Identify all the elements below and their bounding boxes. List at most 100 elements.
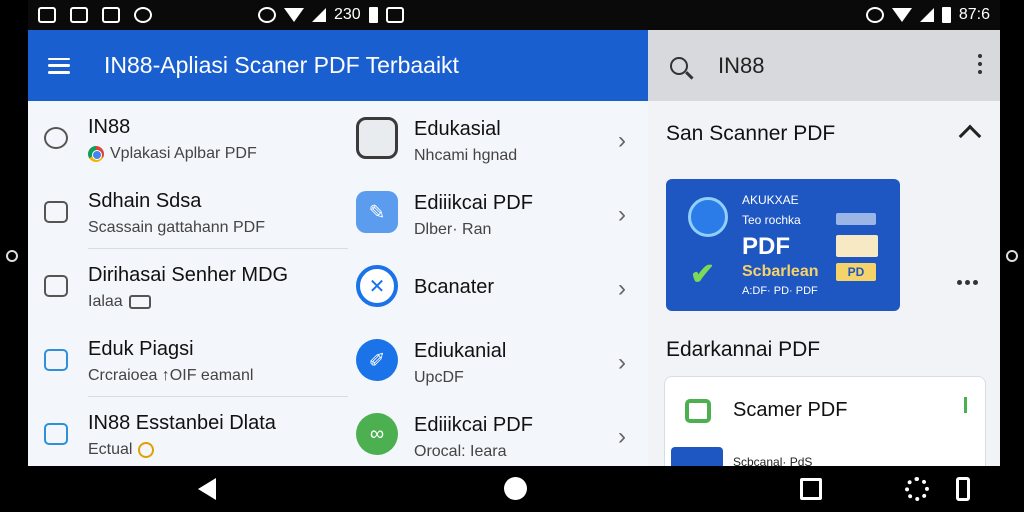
status-bar: 230 87:6	[28, 0, 1000, 30]
card-line1: AKUKXAE	[742, 193, 799, 207]
list-item-title: Sdhain Sdsa	[88, 190, 202, 212]
image-notification-icon	[38, 7, 56, 23]
app-thumbnail	[671, 447, 723, 466]
more-horiz-icon[interactable]	[957, 280, 978, 285]
refresh-icon	[44, 127, 68, 149]
android-screen: 230 87:6 IN88-Apliasi Scaner PDF Terbaai…	[0, 0, 1024, 512]
scanner-card[interactable]: Scamer PDF Scbcanal· PdS	[664, 376, 986, 466]
side-panel: IN88 San Scanner PDF ✔ AKUKXAE Teo rochk…	[648, 30, 1000, 466]
list-item-title: Ediiikcai PDF	[414, 414, 533, 436]
tag-chip	[836, 213, 876, 225]
building-icon	[44, 349, 68, 371]
main-panel: IN88-Apliasi Scaner PDF Terbaaikt IN88 V…	[28, 30, 648, 466]
sync-notification-icon	[134, 7, 152, 23]
list-item[interactable]: Edukasial Nhcami hgnad ›	[348, 101, 648, 175]
feature-list: IN88 Vplakasi Aplbar PDF Sdhain Sdsa Sca…	[28, 101, 348, 466]
gallery-notification-icon	[70, 7, 88, 23]
list-item[interactable]: Sdhain Sdsa Scassain gattahann PDF	[28, 175, 348, 249]
card-accent: Scbarlean	[742, 263, 819, 280]
app-notification-icon	[385, 7, 404, 23]
list-item[interactable]: ∞ Ediiikcai PDF Orocal: Ieara ›	[348, 397, 648, 466]
list-item-title: Edukasial	[414, 118, 501, 140]
list-item-subtitle: Orocal: Ieara	[414, 443, 507, 460]
card-heading: PDF	[742, 233, 790, 260]
battery-icon	[941, 7, 951, 23]
list-item-title: Ediiikcai PDF	[414, 192, 533, 214]
lock-icon[interactable]	[956, 477, 970, 501]
chrome-icon	[88, 146, 104, 162]
chevron-up-icon[interactable]	[958, 124, 982, 148]
clock-icon	[138, 442, 155, 458]
list-item-title: IN88 Esstanbei Dlata	[88, 412, 276, 434]
sensor-dot-icon	[1006, 250, 1018, 262]
list-item[interactable]: IN88 Vplakasi Aplbar PDF	[28, 101, 348, 175]
document-thumbnail	[836, 235, 878, 257]
chevron-right-icon: ›	[618, 349, 626, 376]
scanner-icon	[685, 399, 711, 423]
list-item-subtitle: Nhcami hgnad	[414, 147, 518, 164]
hamburger-menu-icon[interactable]	[48, 57, 70, 74]
battery-icon	[368, 7, 378, 23]
list-item-subtitle: Ialaa	[88, 293, 123, 310]
alarm-icon	[258, 7, 276, 23]
list-item[interactable]: Dirihasai Senher MDG Ialaa	[28, 249, 348, 323]
list-item[interactable]: ✕ Bcanater ›	[348, 249, 648, 323]
camera-dot-icon	[6, 250, 18, 262]
more-vert-icon[interactable]	[978, 54, 982, 74]
list-item-title: Dirihasai Senher MDG	[88, 264, 289, 286]
chevron-right-icon: ›	[618, 201, 626, 228]
chevron-right-icon: ›	[618, 127, 626, 154]
status-time-center: 230	[334, 6, 361, 23]
section-title: San Scanner PDF	[666, 122, 836, 145]
list-item-subtitle: Vplakasi Aplbar PDF	[110, 145, 257, 162]
card-line2: Teo rochka	[742, 213, 801, 227]
status-center: 230	[258, 6, 404, 24]
list-item-title: Eduk Piagsi	[88, 338, 194, 360]
card-title: Scamer PDF	[733, 399, 848, 421]
status-bar-indicator	[964, 397, 967, 413]
list-item-title: Ediukanial	[414, 340, 507, 362]
list-item-subtitle: Crcraioea ↑OIF eamanl	[88, 367, 254, 384]
wifi-icon	[891, 8, 912, 22]
signal-icon	[919, 8, 934, 22]
search-icon[interactable]	[670, 56, 688, 75]
section-title: Edarkannai PDF	[666, 338, 821, 361]
scan-frame-icon	[44, 201, 68, 223]
photo-scan-icon	[44, 275, 68, 297]
back-icon[interactable]	[198, 478, 216, 500]
app-title: IN88-Apliasi Scaner PDF Terbaaikt	[104, 52, 459, 78]
list-item-subtitle: Dlber· Ran	[414, 221, 492, 238]
signal-icon	[312, 8, 326, 22]
link-icon: ∞	[356, 413, 398, 455]
list-item[interactable]: Eduk Piagsi Crcraioea ↑OIF eamanl	[28, 323, 348, 397]
list-item-title: Bcanater	[414, 276, 495, 298]
promo-card[interactable]: ✔ AKUKXAE Teo rochka PDF Scbarlean A:DF·…	[666, 179, 900, 311]
pen-icon: ✐	[356, 339, 398, 381]
list-item[interactable]: IN88 Esstanbei Dlata Ectual	[28, 397, 348, 466]
navigation-bar	[0, 466, 1024, 512]
recent-apps-icon[interactable]	[800, 478, 822, 500]
list-item[interactable]: ✐ Ediukanial UpcDF ›	[348, 323, 648, 397]
bank-icon	[44, 423, 68, 445]
status-time: 87:6	[958, 6, 990, 23]
status-right: 87:6	[865, 6, 990, 24]
list-item-subtitle: Scassain gattahann PDF	[88, 219, 265, 236]
check-icon: ✔	[690, 258, 716, 291]
wifi-icon	[284, 8, 304, 22]
card-footer: A:DF· PD· PDF	[742, 285, 818, 297]
pdf-badge: PD	[836, 263, 876, 281]
list-item[interactable]: ✎ Ediiikcai PDF Dlber· Ran ›	[348, 175, 648, 249]
edit-icon: ✎	[356, 191, 398, 233]
app-bar: IN88-Apliasi Scaner PDF Terbaaikt	[28, 30, 648, 101]
compass-icon: ✕	[356, 265, 398, 307]
card-subtitle: Scbcanal· PdS	[733, 455, 813, 466]
search-bar[interactable]: IN88	[648, 30, 1000, 101]
notification-icons	[38, 7, 152, 23]
chevron-right-icon: ›	[618, 423, 626, 450]
photo-notification-icon	[102, 7, 120, 23]
search-query[interactable]: IN88	[718, 53, 764, 79]
settings-icon[interactable]	[905, 477, 929, 501]
home-icon[interactable]	[504, 477, 527, 500]
list-item-title: IN88	[88, 116, 131, 138]
document-icon	[356, 117, 398, 159]
